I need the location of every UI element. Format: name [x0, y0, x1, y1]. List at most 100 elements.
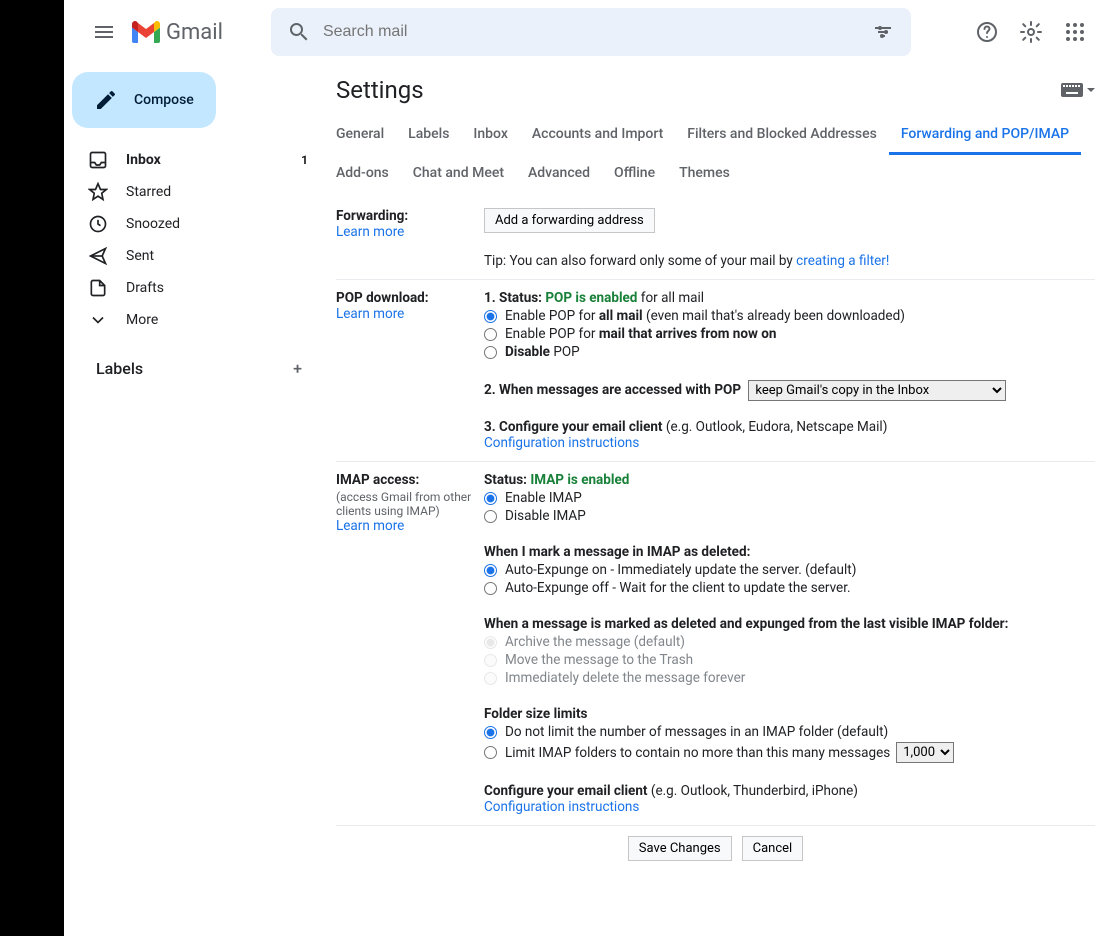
- main-menu-button[interactable]: [80, 8, 128, 56]
- search-options-icon[interactable]: [863, 12, 903, 52]
- search-icon[interactable]: [279, 12, 319, 52]
- sidebar-label: Inbox: [126, 152, 301, 168]
- pop-enable-all-radio[interactable]: [484, 310, 497, 323]
- pop-enable-all[interactable]: Enable POP for all mail (even mail that'…: [484, 308, 1095, 324]
- pop-step3: 3. Configure your email client (e.g. Out…: [484, 419, 1095, 435]
- folder-limit-select[interactable]: 1,000: [896, 742, 954, 763]
- imap-status-prefix: Status:: [484, 472, 530, 488]
- imap-content: Status: IMAP is enabled Enable IMAP Disa…: [484, 472, 1095, 815]
- settings-title: Settings: [336, 76, 424, 104]
- pop-status: 1. Status: POP is enabled for all mail: [484, 290, 1095, 306]
- tab-general[interactable]: General: [336, 116, 396, 155]
- tab-labels[interactable]: Labels: [396, 116, 461, 155]
- forwarding-content: Add a forwarding address Tip: You can al…: [484, 208, 1095, 269]
- window-left-border: [0, 0, 64, 936]
- sidebar-label: More: [126, 312, 308, 328]
- apps-grid-icon: [1063, 20, 1087, 44]
- gmail-logo-text: Gmail: [166, 20, 223, 45]
- sidebar-item-snoozed[interactable]: Snoozed: [72, 208, 320, 240]
- dropdown-caret-icon: [1087, 86, 1095, 94]
- imap-section: IMAP access: (access Gmail from other cl…: [336, 462, 1095, 826]
- sidebar-count: 1: [301, 153, 308, 167]
- imap-disable[interactable]: Disable IMAP: [484, 508, 1095, 524]
- imap-disable-radio[interactable]: [484, 510, 497, 523]
- text: Auto-Expunge on - Immediately update the…: [505, 562, 856, 578]
- tab-advanced[interactable]: Advanced: [516, 155, 602, 191]
- cancel-button[interactable]: Cancel: [742, 836, 804, 861]
- draft-icon: [88, 278, 108, 298]
- folder-limit-radio[interactable]: [484, 746, 497, 759]
- text: Enable IMAP: [505, 490, 582, 506]
- search-input[interactable]: [319, 23, 863, 41]
- sidebar-label: Snoozed: [126, 216, 308, 232]
- tab-themes[interactable]: Themes: [667, 155, 742, 191]
- imap-enabled-text: IMAP is enabled: [530, 472, 629, 488]
- expunge-on-radio[interactable]: [484, 564, 497, 577]
- tab-addons[interactable]: Add-ons: [336, 155, 401, 191]
- text: Move the message to the Trash: [505, 652, 693, 668]
- pop-disable-radio[interactable]: [484, 346, 497, 359]
- sidebar-item-starred[interactable]: Starred: [72, 176, 320, 208]
- folder-no-limit[interactable]: Do not limit the number of messages in a…: [484, 724, 1095, 740]
- tab-chat[interactable]: Chat and Meet: [401, 155, 516, 191]
- imap-enable[interactable]: Enable IMAP: [484, 490, 1095, 506]
- imap-config-label: Configure your email client: [484, 783, 651, 799]
- tab-forwarding[interactable]: Forwarding and POP/IMAP: [889, 116, 1081, 155]
- tab-inbox[interactable]: Inbox: [461, 116, 519, 155]
- imap-learn-more[interactable]: Learn more: [336, 518, 404, 534]
- imap-expunged-header: When a message is marked as deleted and …: [484, 616, 1008, 632]
- main-content: Settings General Labels Inbox Accounts a…: [320, 64, 1111, 936]
- text: Immediately delete the message forever: [505, 670, 745, 686]
- support-button[interactable]: [967, 12, 1007, 52]
- settings-button[interactable]: [1011, 12, 1051, 52]
- text: Enable POP for: [505, 308, 599, 324]
- pop-enable-new[interactable]: Enable POP for mail that arrives from no…: [484, 326, 1095, 342]
- sidebar-item-more[interactable]: More: [72, 304, 320, 336]
- folder-no-limit-radio[interactable]: [484, 726, 497, 739]
- labels-title: Labels: [96, 359, 143, 378]
- pop-content: 1. Status: POP is enabled for all mail E…: [484, 290, 1095, 451]
- save-changes-button[interactable]: Save Changes: [628, 836, 732, 861]
- imap-title: IMAP access:: [336, 472, 419, 488]
- pop-status-prefix: 1. Status:: [484, 290, 545, 306]
- folder-limit[interactable]: Limit IMAP folders to contain no more th…: [484, 742, 1095, 763]
- sidebar-item-inbox[interactable]: Inbox 1: [72, 144, 320, 176]
- pencil-icon: [94, 88, 118, 112]
- imap-config: Configure your email client (e.g. Outloo…: [484, 783, 1095, 799]
- pop-learn-more[interactable]: Learn more: [336, 306, 404, 322]
- pop-title: POP download:: [336, 290, 429, 306]
- body: Compose Inbox 1 Starred Snoozed Sent: [64, 64, 1111, 936]
- imap-config-link[interactable]: Configuration instructions: [484, 799, 639, 815]
- imap-enable-radio[interactable]: [484, 492, 497, 505]
- header: Gmail: [64, 0, 1111, 64]
- tab-accounts[interactable]: Accounts and Import: [520, 116, 675, 155]
- sidebar-item-drafts[interactable]: Drafts: [72, 272, 320, 304]
- settings-header: Settings: [336, 72, 1095, 104]
- tab-filters[interactable]: Filters and Blocked Addresses: [675, 116, 889, 155]
- pop-status-suffix: for all mail: [637, 290, 704, 306]
- expunge-on[interactable]: Auto-Expunge on - Immediately update the…: [484, 562, 1095, 578]
- apps-button[interactable]: [1055, 12, 1095, 52]
- forwarding-learn-more[interactable]: Learn more: [336, 224, 404, 240]
- gmail-logo[interactable]: Gmail: [132, 20, 223, 45]
- create-filter-link[interactable]: creating a filter!: [796, 253, 889, 269]
- add-label-button[interactable]: +: [293, 359, 302, 378]
- expunge-off[interactable]: Auto-Expunge off - Wait for the client t…: [484, 580, 1095, 596]
- pop-step3-hint: (e.g. Outlook, Eudora, Netscape Mail): [666, 419, 888, 435]
- pop-action-select[interactable]: keep Gmail's copy in the Inbox: [748, 380, 1006, 401]
- add-forwarding-button[interactable]: Add a forwarding address: [484, 208, 655, 233]
- pop-config-link[interactable]: Configuration instructions: [484, 435, 639, 451]
- pop-enable-new-radio[interactable]: [484, 328, 497, 341]
- search-bar[interactable]: [271, 8, 911, 56]
- text: POP: [550, 344, 580, 360]
- pop-step2: 2. When messages are accessed with POP k…: [484, 380, 1095, 401]
- compose-button[interactable]: Compose: [72, 72, 216, 128]
- imap-sub: (access Gmail from other clients using I…: [336, 490, 484, 518]
- pop-disable[interactable]: Disable POP: [484, 344, 1095, 360]
- footer-buttons: Save Changes Cancel: [336, 826, 1095, 871]
- sidebar-item-sent[interactable]: Sent: [72, 240, 320, 272]
- expunge-off-radio[interactable]: [484, 582, 497, 595]
- tab-offline[interactable]: Offline: [602, 155, 667, 191]
- pop-section: POP download: Learn more 1. Status: POP …: [336, 280, 1095, 462]
- input-tools-button[interactable]: [1061, 83, 1095, 97]
